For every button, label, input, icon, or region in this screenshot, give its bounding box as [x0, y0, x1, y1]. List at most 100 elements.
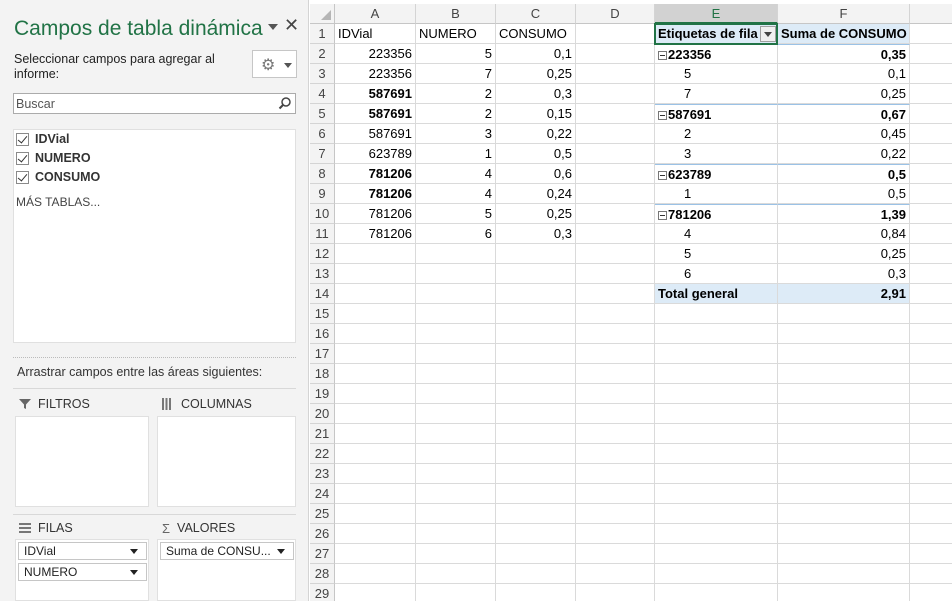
source-cell-numero[interactable]: 2: [416, 84, 496, 104]
grid-cell[interactable]: [655, 424, 778, 444]
source-header-numero[interactable]: NUMERO: [416, 24, 496, 44]
grid-cell[interactable]: [335, 544, 416, 564]
source-cell-idvial[interactable]: 587691: [335, 84, 416, 104]
source-cell-consumo[interactable]: 0,15: [496, 104, 576, 124]
row-header-8[interactable]: 8: [310, 164, 335, 184]
row-header-3[interactable]: 3: [310, 64, 335, 84]
grid-cell[interactable]: [655, 524, 778, 544]
grid-cell[interactable]: [416, 284, 496, 304]
source-cell-consumo[interactable]: 0,6: [496, 164, 576, 184]
grid-cell[interactable]: [910, 364, 952, 384]
pivot-item-label[interactable]: 7: [655, 84, 778, 104]
row-header-4[interactable]: 4: [310, 84, 335, 104]
grid-cell[interactable]: [778, 404, 910, 424]
grid-cell[interactable]: [416, 244, 496, 264]
pivot-group-value[interactable]: 1,39: [778, 204, 910, 224]
rows-field-numero[interactable]: NUMERO: [18, 563, 147, 581]
grid-cell[interactable]: [910, 44, 952, 64]
grid-cell[interactable]: [416, 544, 496, 564]
pivot-item-label[interactable]: 2: [655, 124, 778, 144]
field-item-consumo[interactable]: CONSUMO: [16, 168, 100, 186]
grid-cell[interactable]: [778, 384, 910, 404]
grid-cell[interactable]: [910, 324, 952, 344]
row-header-26[interactable]: 26: [310, 524, 335, 544]
grid-cell[interactable]: [335, 364, 416, 384]
grid-cell[interactable]: [778, 324, 910, 344]
grid-cell[interactable]: [910, 424, 952, 444]
tools-button[interactable]: ⚙: [252, 50, 297, 78]
pivot-item-label[interactable]: 5: [655, 64, 778, 84]
grid-cell[interactable]: [655, 324, 778, 344]
row-header-9[interactable]: 9: [310, 184, 335, 204]
grid-cell[interactable]: [496, 364, 576, 384]
pivot-group-label[interactable]: 587691: [655, 104, 778, 124]
grid-cell[interactable]: [576, 424, 655, 444]
pivot-group-label[interactable]: 623789: [655, 164, 778, 184]
pane-options-chevron-down-icon[interactable]: [268, 24, 278, 30]
source-cell-idvial[interactable]: 587691: [335, 124, 416, 144]
column-header-a[interactable]: A: [335, 4, 416, 24]
field-item-idvial[interactable]: IDVial: [16, 130, 70, 148]
grid-cell[interactable]: [416, 484, 496, 504]
close-icon[interactable]: ✕: [284, 15, 299, 35]
grid-cell[interactable]: [910, 24, 952, 44]
grid-cell[interactable]: [655, 504, 778, 524]
source-cell-numero[interactable]: 6: [416, 224, 496, 244]
grid-cell[interactable]: [910, 204, 952, 224]
grid-cell[interactable]: [496, 424, 576, 444]
source-cell-consumo[interactable]: 0,25: [496, 204, 576, 224]
grid-cell[interactable]: [335, 324, 416, 344]
grid-cell[interactable]: [335, 484, 416, 504]
grid-cell[interactable]: [496, 464, 576, 484]
grid-cell[interactable]: [910, 84, 952, 104]
grid-cell[interactable]: [496, 384, 576, 404]
pivot-total-label[interactable]: Total general: [655, 284, 778, 304]
pivot-filter-dropdown-icon[interactable]: [760, 26, 776, 42]
spreadsheet-grid[interactable]: ABCDEF 1 2 3 4 5 6 7 8 9 10 11 12 13 14 15 16 17 18 19 20 21…: [310, 0, 952, 601]
grid-cell[interactable]: [655, 344, 778, 364]
grid-cell[interactable]: [576, 484, 655, 504]
grid-cell[interactable]: [576, 384, 655, 404]
grid-cell[interactable]: [576, 404, 655, 424]
pivot-group-label[interactable]: 781206: [655, 204, 778, 224]
pivot-item-label[interactable]: 3: [655, 144, 778, 164]
pivot-item-value[interactable]: 0,3: [778, 264, 910, 284]
grid-cell[interactable]: [496, 564, 576, 584]
grid-cell[interactable]: [655, 444, 778, 464]
grid-cell[interactable]: [335, 304, 416, 324]
row-header-28[interactable]: 28: [310, 564, 335, 584]
row-header-6[interactable]: 6: [310, 124, 335, 144]
chevron-down-icon[interactable]: [130, 549, 138, 554]
grid-cell[interactable]: [576, 44, 655, 64]
grid-cell[interactable]: [416, 464, 496, 484]
grid-cell[interactable]: [655, 544, 778, 564]
source-cell-idvial[interactable]: 223356: [335, 44, 416, 64]
grid-cell[interactable]: [576, 564, 655, 584]
row-header-24[interactable]: 24: [310, 484, 335, 504]
pivot-item-label[interactable]: 1: [655, 184, 778, 204]
source-cell-numero[interactable]: 7: [416, 64, 496, 84]
grid-cell[interactable]: [778, 424, 910, 444]
grid-cell[interactable]: [576, 84, 655, 104]
grid-cell[interactable]: [778, 564, 910, 584]
source-cell-consumo[interactable]: 0,3: [496, 224, 576, 244]
grid-cell[interactable]: [778, 364, 910, 384]
grid-cell[interactable]: [335, 504, 416, 524]
grid-cell[interactable]: [416, 564, 496, 584]
grid-cell[interactable]: [496, 524, 576, 544]
grid-cell[interactable]: [416, 364, 496, 384]
grid-cell[interactable]: [576, 504, 655, 524]
grid-cell[interactable]: [910, 244, 952, 264]
source-cell-consumo[interactable]: 0,5: [496, 144, 576, 164]
row-header-18[interactable]: 18: [310, 364, 335, 384]
row-header-5[interactable]: 5: [310, 104, 335, 124]
row-header-15[interactable]: 15: [310, 304, 335, 324]
grid-cell[interactable]: [910, 504, 952, 524]
pivot-group-label[interactable]: 223356: [655, 44, 778, 64]
pivot-item-label[interactable]: 4: [655, 224, 778, 244]
source-cell-idvial[interactable]: 781206: [335, 164, 416, 184]
grid-cell[interactable]: [910, 264, 952, 284]
grid-cell[interactable]: [910, 384, 952, 404]
grid-cell[interactable]: [576, 444, 655, 464]
pivot-group-value[interactable]: 0,5: [778, 164, 910, 184]
